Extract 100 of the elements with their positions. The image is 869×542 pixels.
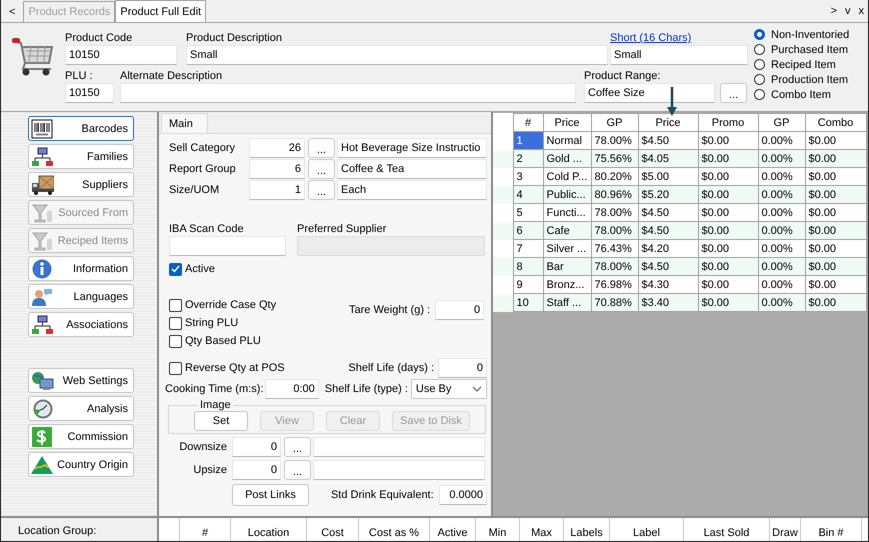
column-header[interactable]: Draw	[770, 518, 800, 541]
row-header[interactable]	[493, 240, 513, 258]
side-button[interactable]: Associations	[28, 312, 134, 337]
number-field[interactable]: 0	[435, 300, 484, 320]
arrow-icon	[667, 87, 677, 117]
text-field[interactable]	[120, 83, 576, 103]
text-field[interactable]	[169, 236, 286, 256]
globe-monitor-icon	[31, 370, 54, 390]
side-button[interactable]: Information	[28, 256, 134, 281]
side-button[interactable]: Languages	[28, 284, 134, 309]
column-header[interactable]: Label	[610, 518, 684, 541]
field-label: Upsize	[192, 463, 228, 477]
column-header[interactable]: Cost	[306, 518, 358, 541]
radio-button[interactable]	[754, 89, 765, 100]
number-field[interactable]: 0	[232, 460, 281, 480]
glass-icon	[31, 202, 54, 222]
column-header[interactable]: Promo	[698, 114, 758, 132]
side-button[interactable]: Commission	[28, 424, 134, 449]
column-header[interactable]: Combo	[805, 114, 866, 132]
table-cell: Cafe	[543, 222, 591, 240]
column-header[interactable]: #	[180, 518, 230, 541]
side-button[interactable]: Analysis	[28, 396, 134, 421]
row-header[interactable]	[493, 168, 513, 186]
side-button[interactable]: Web Settings	[28, 368, 134, 393]
column-header[interactable]: Last Sold	[684, 518, 770, 541]
browse-button[interactable]: ...	[308, 138, 335, 158]
image-button[interactable]: Set	[194, 411, 248, 431]
text-field[interactable]	[313, 437, 485, 457]
shopping-cart-icon	[11, 35, 55, 77]
row-header[interactable]	[493, 204, 513, 222]
column-header[interactable]: Labels	[564, 518, 610, 541]
column-header[interactable]: Bin #	[800, 518, 862, 541]
side-button[interactable]: Barcodes	[28, 116, 134, 141]
tab[interactable]: Product Full Edit	[115, 0, 206, 22]
text-field[interactable]: Small	[186, 45, 608, 65]
number-field[interactable]: 0	[232, 437, 281, 457]
post-links-button[interactable]: Post Links	[232, 484, 309, 506]
table-cell: $0.00	[698, 294, 758, 312]
column-header[interactable]: Location	[230, 518, 306, 541]
column-header[interactable]: Min	[476, 518, 520, 541]
checkbox-label: Override Case Qty	[185, 298, 276, 312]
row-header[interactable]	[493, 222, 513, 240]
text-field[interactable]: 10150	[65, 45, 177, 65]
checkbox[interactable]	[169, 334, 182, 348]
forward-button[interactable]: >	[826, 1, 841, 21]
number-field[interactable]: 0	[438, 358, 487, 378]
radio-label: Combo Item	[771, 88, 831, 102]
checkbox[interactable]	[169, 362, 182, 374]
radio-button[interactable]	[754, 29, 765, 40]
checkbox-label: Qty Based PLU	[185, 334, 261, 348]
radio-button[interactable]	[754, 59, 765, 70]
browse-button[interactable]: ...	[308, 159, 335, 179]
number-field[interactable]: 1	[249, 180, 305, 200]
text-field[interactable]: Coffee Size	[584, 83, 715, 103]
row-header[interactable]	[493, 150, 513, 168]
dropdown-button[interactable]: v	[841, 1, 854, 21]
table-cell: 6	[513, 222, 543, 240]
column-header[interactable]: Price	[543, 114, 591, 132]
radio-button[interactable]	[754, 44, 765, 55]
browse-button[interactable]: ...	[284, 460, 311, 480]
text-field[interactable]: Hot Beverage Size Instructio	[337, 138, 487, 158]
side-button[interactable]: Country Origin	[28, 452, 134, 477]
text-field[interactable]: Each	[337, 180, 487, 200]
row-header[interactable]	[493, 276, 513, 294]
column-header[interactable]: GP	[758, 114, 805, 132]
side-button[interactable]: Families	[28, 144, 134, 169]
number-field[interactable]: 0.0000	[438, 485, 487, 505]
number-field[interactable]: 0:00	[265, 379, 319, 399]
browse-button[interactable]: ...	[284, 437, 311, 457]
dropdown[interactable]: Use By	[410, 379, 487, 399]
checkbox[interactable]	[169, 262, 182, 276]
tab[interactable]: Main	[161, 113, 208, 133]
field-label: Report Group	[169, 162, 237, 176]
number-field[interactable]: 26	[249, 138, 305, 158]
browse-button[interactable]: ...	[720, 83, 747, 103]
radio-label: Production Item	[771, 72, 848, 86]
checkbox-label: Reverse Qty at POS	[185, 361, 285, 375]
back-button[interactable]: <	[5, 2, 20, 22]
number-field[interactable]: 6	[249, 159, 305, 179]
row-header[interactable]	[493, 258, 513, 276]
column-header[interactable]: GP	[591, 114, 638, 132]
checkbox[interactable]	[169, 298, 182, 312]
text-field[interactable]: Coffee & Tea	[337, 159, 487, 179]
checkbox[interactable]	[169, 316, 182, 330]
text-field[interactable]	[313, 460, 485, 480]
short-chars-link[interactable]: Short (16 Chars)	[610, 31, 748, 45]
close-button[interactable]: x	[854, 1, 868, 21]
browse-button[interactable]: ...	[308, 180, 335, 200]
side-button[interactable]: Suppliers	[28, 172, 134, 197]
radio-button[interactable]	[754, 74, 765, 85]
row-header[interactable]	[493, 294, 513, 312]
field-label: Shelf Life (days) :	[348, 361, 434, 375]
column-header[interactable]: Active	[430, 518, 476, 541]
column-header[interactable]: Cost as %	[358, 518, 430, 541]
text-field[interactable]: Small	[610, 45, 748, 65]
column-header[interactable]: Max	[520, 518, 564, 541]
row-header[interactable]	[493, 186, 513, 204]
table-cell: $0.00	[698, 186, 758, 204]
column-header[interactable]: Price	[638, 114, 698, 132]
text-field[interactable]: 10150	[65, 83, 114, 103]
